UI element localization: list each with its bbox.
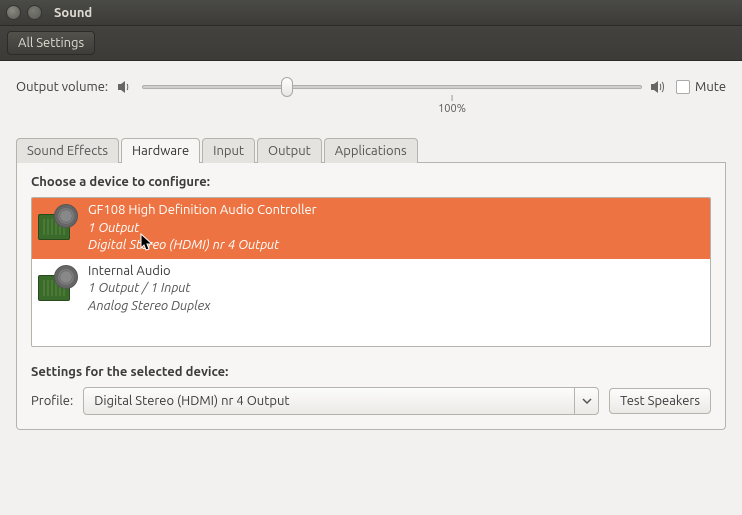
tab-bar: Sound Effects Hardware Input Output Appl… (16, 137, 726, 163)
device-item-internal[interactable]: Internal Audio 1 Output / 1 Input Analog… (32, 259, 710, 320)
device-io: 1 Output (88, 220, 317, 238)
all-settings-button[interactable]: All Settings (7, 31, 95, 55)
minimize-icon[interactable] (27, 5, 42, 20)
speaker-high-icon (650, 79, 668, 95)
test-speakers-button[interactable]: Test Speakers (609, 388, 711, 414)
device-io: 1 Output / 1 Input (88, 280, 210, 298)
settings-device-label: Settings for the selected device: (31, 365, 711, 379)
sound-card-icon (38, 204, 78, 244)
device-item-gf108[interactable]: GF108 High Definition Audio Controller 1… (32, 198, 710, 259)
output-volume-slider[interactable]: 100% (142, 77, 642, 97)
output-volume-label: Output volume: (16, 80, 108, 94)
device-profile: Analog Stereo Duplex (88, 298, 210, 316)
titlebar: Sound (0, 0, 742, 26)
device-name: GF108 High Definition Audio Controller (88, 202, 317, 220)
sound-card-icon (38, 265, 78, 305)
tab-sound-effects[interactable]: Sound Effects (16, 138, 119, 163)
slider-thumb[interactable] (281, 77, 293, 97)
close-icon[interactable] (6, 5, 21, 20)
tab-hardware[interactable]: Hardware (121, 138, 200, 163)
tab-input[interactable]: Input (202, 138, 255, 163)
slider-tick-100: 100% (438, 103, 466, 115)
device-name: Internal Audio (88, 263, 210, 281)
mute-label: Mute (695, 80, 726, 94)
mute-checkbox[interactable] (676, 80, 690, 94)
device-profile: Digital Stereo (HDMI) nr 4 Output (88, 237, 317, 255)
mute-checkbox-wrap[interactable]: Mute (676, 80, 726, 94)
output-volume-row: Output volume: 100% Mute (16, 77, 726, 97)
speaker-low-icon (116, 79, 134, 95)
hardware-panel: Choose a device to configure: GF108 High… (16, 163, 726, 430)
device-list[interactable]: GF108 High Definition Audio Controller 1… (31, 197, 711, 347)
profile-label: Profile: (31, 394, 73, 408)
tab-applications[interactable]: Applications (324, 138, 418, 163)
profile-value: Digital Stereo (HDMI) nr 4 Output (84, 394, 574, 408)
toolbar: All Settings (0, 26, 742, 61)
profile-row: Profile: Digital Stereo (HDMI) nr 4 Outp… (31, 387, 711, 415)
chevron-down-icon[interactable] (574, 388, 598, 414)
profile-combobox[interactable]: Digital Stereo (HDMI) nr 4 Output (83, 387, 599, 415)
choose-device-label: Choose a device to configure: (31, 175, 711, 189)
tab-output[interactable]: Output (257, 138, 322, 163)
window-title: Sound (54, 6, 92, 20)
